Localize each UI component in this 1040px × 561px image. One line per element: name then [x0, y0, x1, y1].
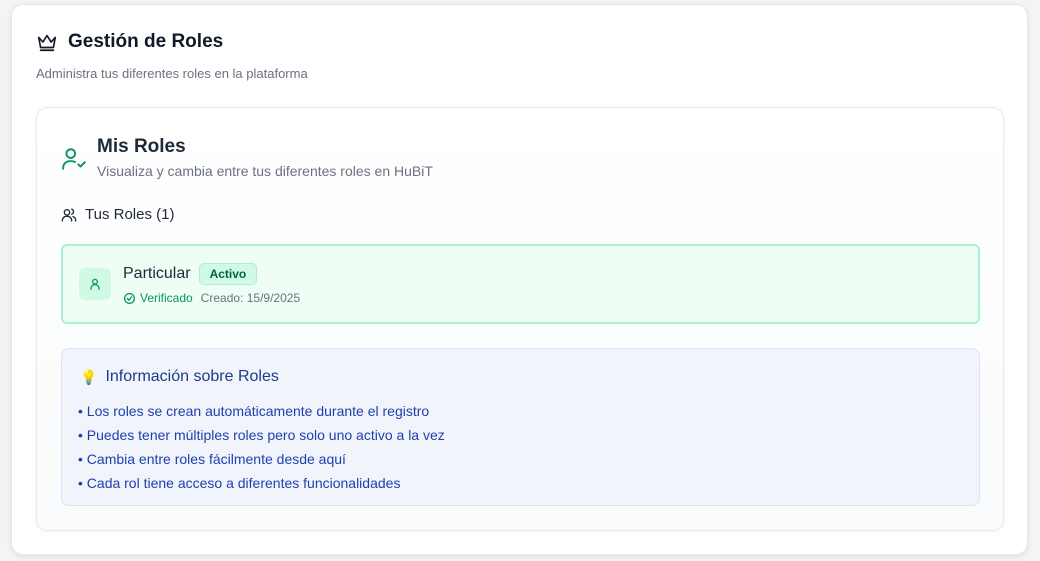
role-name: Particular — [123, 265, 191, 282]
info-list: • Los roles se crean automáticamente dur… — [78, 399, 445, 495]
page-title: Gestión de Roles — [68, 31, 224, 52]
role-name-row: Particular Activo — [123, 263, 258, 285]
info-item: • Puedes tener múltiples roles pero solo… — [78, 427, 445, 443]
user-check-icon — [61, 146, 87, 172]
role-meta: Verificado Creado: 15/9/2025 — [123, 291, 300, 305]
roles-info-box: 💡 Información sobre Roles • Los roles se… — [61, 348, 980, 506]
lightbulb-icon: 💡 — [80, 368, 98, 385]
info-item: • Los roles se crean automáticamente dur… — [78, 403, 430, 419]
status-badge: Activo — [198, 263, 258, 285]
section-description: Visualiza y cambia entre tus diferentes … — [97, 163, 433, 179]
check-circle-icon — [123, 292, 136, 305]
verified-status: Verificado — [123, 291, 193, 305]
roles-management-card: Gestión de Roles Administra tus diferent… — [11, 4, 1028, 555]
roles-count-label: Tus Roles (1) — [85, 206, 175, 223]
my-roles-card: Mis Roles Visualiza y cambia entre tus d… — [36, 107, 1004, 531]
info-title-label: Información sobre Roles — [105, 368, 279, 385]
verified-label: Verificado — [140, 291, 193, 305]
info-item: • Cada rol tiene acceso a diferentes fun… — [78, 475, 401, 491]
info-title: 💡 Información sobre Roles — [80, 368, 279, 386]
crown-icon — [36, 31, 58, 53]
my-roles-header: Mis Roles Visualiza y cambia entre tus d… — [61, 136, 433, 179]
users-icon — [61, 207, 77, 223]
roles-count: Tus Roles (1) — [61, 206, 174, 223]
created-date: Creado: 15/9/2025 — [200, 291, 301, 305]
page-header: Gestión de Roles — [36, 31, 223, 53]
info-item: • Cambia entre roles fácilmente desde aq… — [78, 451, 346, 467]
role-card-particular[interactable]: Particular Activo Verificado Creado: 15/… — [61, 244, 980, 324]
section-title: Mis Roles — [97, 136, 186, 157]
page-subtitle: Administra tus diferentes roles en la pl… — [36, 66, 308, 81]
user-icon — [79, 268, 111, 300]
